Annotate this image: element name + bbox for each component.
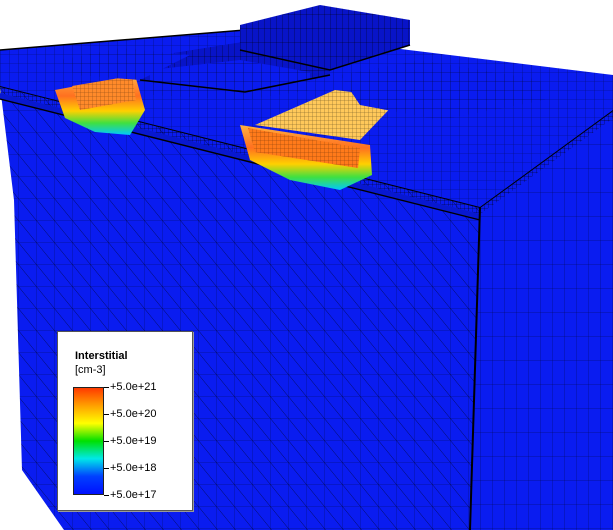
- legend-tick-mark: [104, 468, 109, 469]
- legend-unit: [cm-3]: [75, 364, 106, 376]
- legend-tick-mark: [104, 495, 109, 496]
- legend-tick-mark: [104, 441, 109, 442]
- legend-color-bar: [73, 387, 104, 495]
- legend-tick-label: +5.0e+20: [110, 408, 157, 420]
- legend-tick-mark: [104, 387, 109, 388]
- legend-tick-label: +5.0e+18: [110, 462, 157, 474]
- legend-tick-label: +5.0e+21: [110, 381, 157, 393]
- color-legend: Interstitial [cm-3] +5.0e+21 +5.0e+20 +5.0…: [57, 331, 193, 511]
- legend-tick-label: +5.0e+17: [110, 489, 157, 501]
- legend-title: Interstitial: [75, 350, 128, 362]
- legend-tick-label: +5.0e+19: [110, 435, 157, 447]
- legend-tick-mark: [104, 414, 109, 415]
